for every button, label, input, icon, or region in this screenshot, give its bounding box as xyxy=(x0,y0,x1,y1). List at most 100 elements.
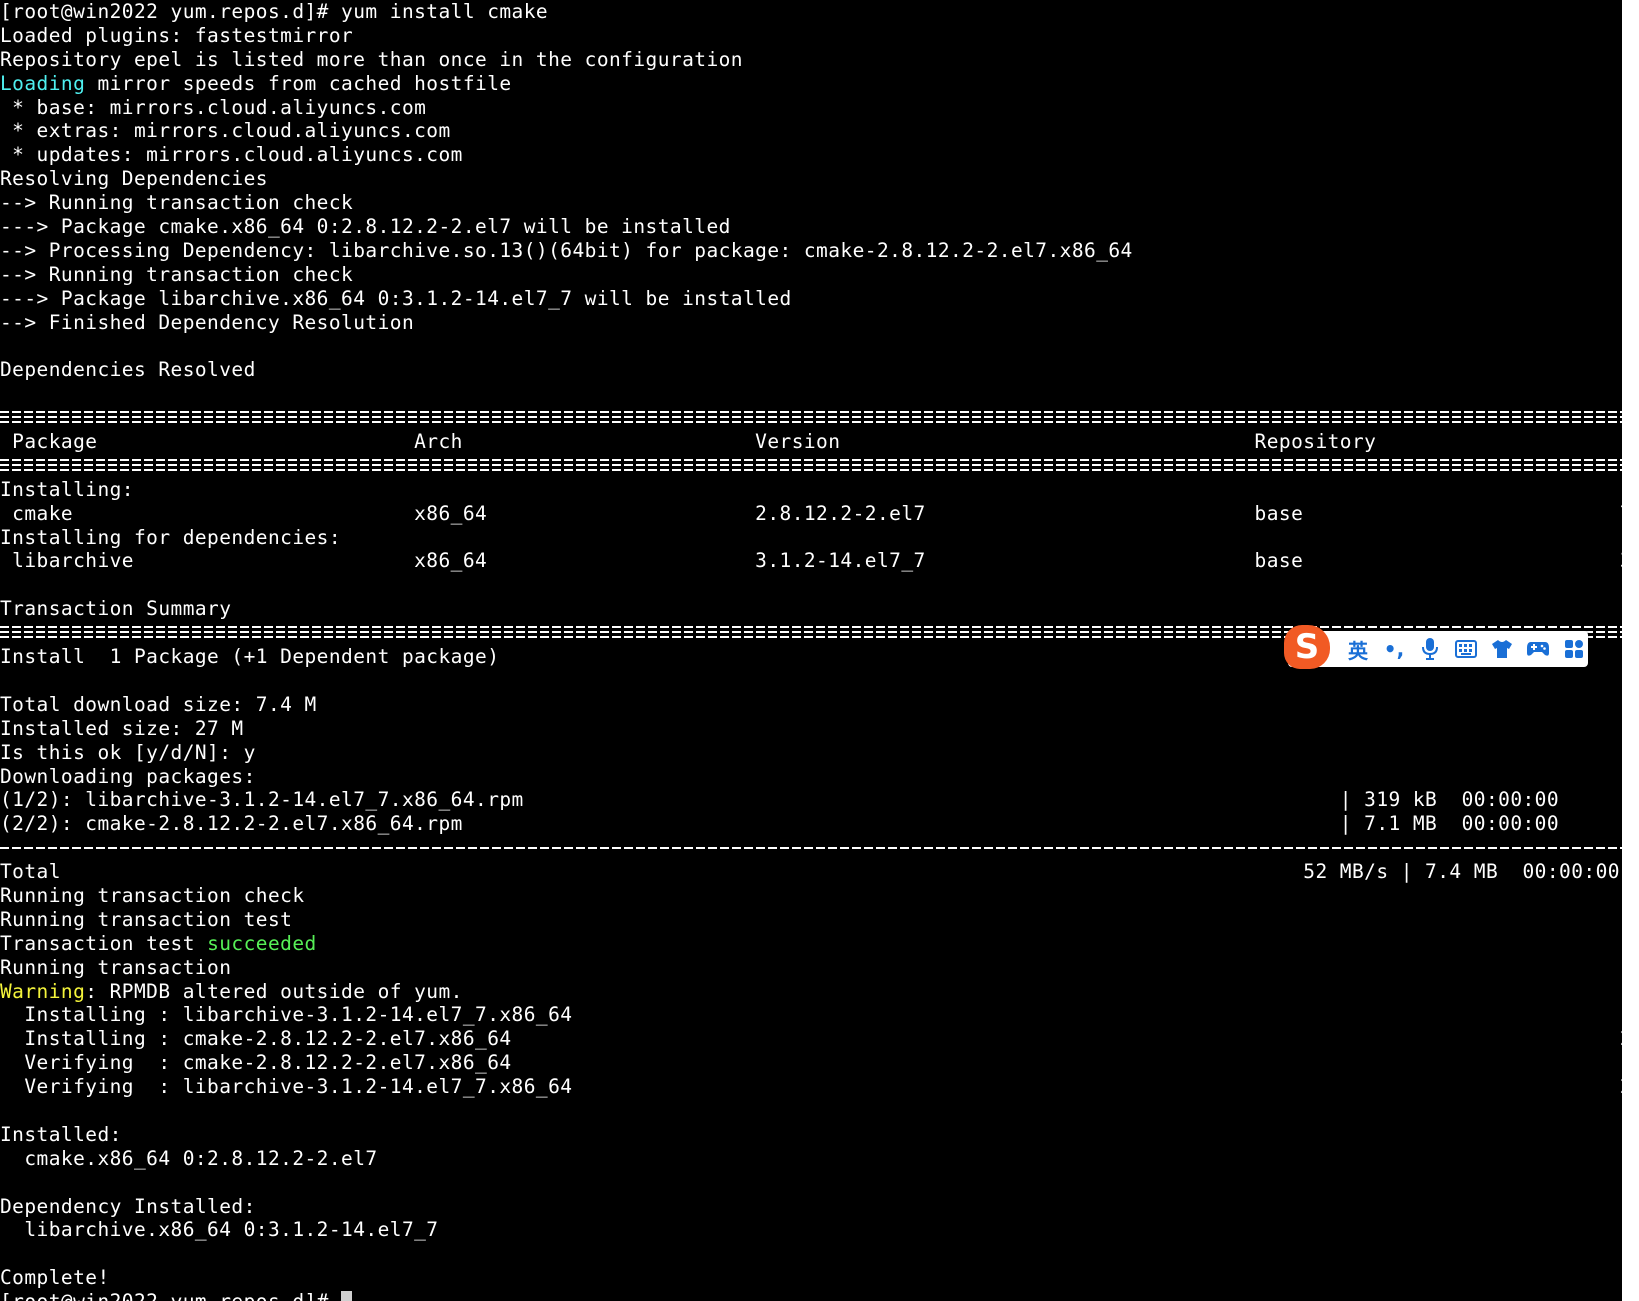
terminal-line: --> Running transaction check xyxy=(0,263,1622,287)
separator-rule xyxy=(0,458,1622,471)
terminal-line: Installing for dependencies: xyxy=(0,526,1622,550)
terminal-text: Total 52 MB/s | 7.4 MB 00:00:00 xyxy=(0,860,1620,884)
terminal-line: Verifying : libarchive-3.1.2-14.el7_7.x8… xyxy=(0,1075,1622,1099)
skin-shirt-icon[interactable] xyxy=(1484,631,1520,667)
terminal-text: --> Running transaction check xyxy=(0,262,354,286)
sogou-logo-icon[interactable]: S xyxy=(1284,625,1330,669)
terminal-line: --> Running transaction check xyxy=(0,191,1622,215)
terminal-cursor xyxy=(341,1291,353,1301)
terminal-text: Transaction Summary xyxy=(0,597,232,621)
terminal-line: * extras: mirrors.cloud.aliyuncs.com xyxy=(0,119,1622,143)
terminal-text: Verifying : libarchive-3.1.2-14.el7_7.x8… xyxy=(0,1075,1622,1099)
terminal-text: ---> Package cmake.x86_64 0:2.8.12.2-2.e… xyxy=(0,215,731,239)
terminal-text: succeeded xyxy=(207,931,317,955)
terminal-line: Installed size: 27 M xyxy=(0,717,1622,741)
terminal-text: Transaction test xyxy=(0,931,208,955)
gamepad-icon[interactable] xyxy=(1520,631,1556,667)
terminal-text: Installed: xyxy=(0,1122,122,1146)
terminal-line: Running transaction xyxy=(0,956,1622,980)
separator-dashed-rule xyxy=(0,836,1622,860)
terminal-text: Package Arch Version Repository Size xyxy=(0,430,1622,454)
terminal-text: Total download size: 7.4 M xyxy=(0,692,317,716)
separator-double-rule xyxy=(0,406,1622,430)
terminal-text: --> Running transaction check xyxy=(0,191,354,215)
terminal-line: Loading mirror speeds from cached hostfi… xyxy=(0,72,1622,96)
terminal-text: (2/2): cmake-2.8.12.2-2.el7.x86_64.rpm |… xyxy=(0,812,1560,836)
terminal-text: Complete! xyxy=(0,1266,110,1290)
terminal-line: (2/2): cmake-2.8.12.2-2.el7.x86_64.rpm |… xyxy=(0,812,1622,836)
terminal-line: Repository epel is listed more than once… xyxy=(0,48,1622,72)
terminal-text: [root@win2022 yum.repos.d]# xyxy=(0,1290,341,1301)
terminal-text: Downloading packages: xyxy=(0,764,256,788)
terminal-text: Is this ok [y/d/N]: y xyxy=(0,740,256,764)
terminal-text: * base: mirrors.cloud.aliyuncs.com xyxy=(0,95,427,119)
terminal-text: Installing : libarchive-3.1.2-14.el7_7.x… xyxy=(0,1003,1622,1027)
ime-toolbar[interactable]: S 英 •, xyxy=(1284,625,1588,669)
terminal-line: Installed: xyxy=(0,1123,1622,1147)
terminal-line: libarchive.x86_64 0:3.1.2-14.el7_7 xyxy=(0,1218,1622,1242)
toolbox-grid-icon[interactable] xyxy=(1556,631,1592,667)
terminal-line: Running transaction check xyxy=(0,884,1622,908)
terminal-text: Running transaction check xyxy=(0,883,305,907)
terminal-line: Dependency Installed: xyxy=(0,1195,1622,1219)
terminal-line: Warning: RPMDB altered outside of yum. xyxy=(0,980,1622,1004)
terminal-line: Installing: xyxy=(0,478,1622,502)
terminal-text: Installed size: 27 M xyxy=(0,716,244,740)
terminal-line: * updates: mirrors.cloud.aliyuncs.com xyxy=(0,143,1622,167)
terminal-line: Downloading packages: xyxy=(0,765,1622,789)
terminal-line: --> Processing Dependency: libarchive.so… xyxy=(0,239,1622,263)
terminal-line: (1/2): libarchive-3.1.2-14.el7_7.x86_64.… xyxy=(0,788,1622,812)
terminal-text: Dependencies Resolved xyxy=(0,358,256,382)
terminal-text: --> Processing Dependency: libarchive.so… xyxy=(0,238,1133,262)
ime-punctuation-toggle[interactable]: •, xyxy=(1376,631,1412,667)
terminal-line: cmake x86_64 2.8.12.2-2.el7 base 7.1 M xyxy=(0,502,1622,526)
terminal-text: Running transaction test xyxy=(0,907,293,931)
terminal-text: Resolving Dependencies xyxy=(0,167,268,191)
terminal-line: Running transaction test xyxy=(0,908,1622,932)
terminal-text: : RPMDB altered outside of yum. xyxy=(85,979,463,1003)
terminal-line: libarchive x86_64 3.1.2-14.el7_7 base 31… xyxy=(0,549,1622,573)
keyboard-icon[interactable] xyxy=(1448,631,1484,667)
separator-rule xyxy=(0,847,1622,850)
terminal-line: Verifying : cmake-2.8.12.2-2.el7.x86_64 … xyxy=(0,1051,1622,1075)
terminal-text: Warning xyxy=(0,979,86,1003)
separator-rule xyxy=(0,411,1622,424)
terminal-text: * extras: mirrors.cloud.aliyuncs.com xyxy=(0,119,451,143)
separator-double-rule xyxy=(0,454,1622,478)
terminal-text: (1/2): libarchive-3.1.2-14.el7_7.x86_64.… xyxy=(0,788,1560,812)
terminal-line: Dependencies Resolved xyxy=(0,358,1622,382)
terminal-text: Dependency Installed: xyxy=(0,1194,256,1218)
microphone-icon[interactable] xyxy=(1412,631,1448,667)
ime-language-toggle[interactable]: 英 xyxy=(1340,631,1376,667)
terminal-line: Package Arch Version Repository Size xyxy=(0,430,1622,454)
terminal-line: Installing : cmake-2.8.12.2-2.el7.x86_64… xyxy=(0,1027,1622,1051)
terminal-line: [root@win2022 yum.repos.d]# yum install … xyxy=(0,0,1622,24)
terminal-line: ---> Package libarchive.x86_64 0:3.1.2-1… xyxy=(0,287,1622,311)
terminal-text: --> Finished Dependency Resolution xyxy=(0,310,415,334)
terminal-text: Loading xyxy=(0,71,86,95)
terminal-text: mirror speeds from cached hostfile xyxy=(85,71,512,95)
terminal-text: Running transaction xyxy=(0,955,232,979)
terminal-line: Total download size: 7.4 M xyxy=(0,693,1622,717)
terminal-text: Verifying : cmake-2.8.12.2-2.el7.x86_64 … xyxy=(0,1051,1622,1075)
terminal-text: Loaded plugins: fastestmirror xyxy=(0,23,354,47)
terminal-line: Total 52 MB/s | 7.4 MB 00:00:00 xyxy=(0,860,1622,884)
terminal-text: libarchive.x86_64 0:3.1.2-14.el7_7 xyxy=(0,1218,439,1242)
terminal-line: Transaction test succeeded xyxy=(0,932,1622,956)
terminal-line: [root@win2022 yum.repos.d]# xyxy=(0,1290,1622,1301)
terminal-text: [root@win2022 yum.repos.d]# yum install … xyxy=(0,0,549,23)
terminal-line: Loaded plugins: fastestmirror xyxy=(0,24,1622,48)
terminal-text: Repository epel is listed more than once… xyxy=(0,47,743,71)
terminal-text: libarchive x86_64 3.1.2-14.el7_7 base 31… xyxy=(0,549,1622,573)
terminal-line: Resolving Dependencies xyxy=(0,167,1622,191)
terminal-line: Is this ok [y/d/N]: y xyxy=(0,741,1622,765)
terminal-text: Installing for dependencies: xyxy=(0,525,342,549)
terminal-text: Install 1 Package (+1 Dependent package) xyxy=(0,645,500,669)
